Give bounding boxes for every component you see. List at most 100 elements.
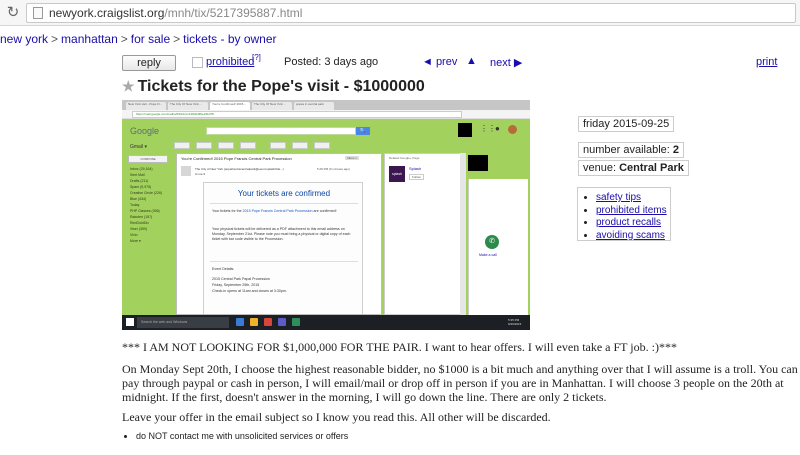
star-icon[interactable]: ★	[122, 78, 135, 94]
splash-logo: splash	[389, 166, 405, 182]
product-recalls-link[interactable]: product recalls	[596, 217, 661, 228]
nav-item: Spam (5,975)	[130, 185, 152, 189]
clock: 5:35 PM 9/20/2015	[508, 318, 522, 326]
url-domain: newyork.craigslist.org	[49, 6, 165, 20]
breadcrumb-separator: >	[120, 32, 128, 46]
archive-icon	[196, 142, 212, 149]
posting-image[interactable]: New York visit - Pope Fr... The City Of …	[122, 100, 530, 330]
page-icon	[33, 7, 43, 19]
posting-body-p1: *** I AM NOT LOOKING FOR $1,000,000 FOR …	[122, 340, 677, 354]
scrollbar	[460, 153, 466, 315]
safety-tips-link[interactable]: safety tips	[596, 192, 641, 203]
event-detail: 2015 Central Park Papal Procession	[212, 277, 270, 281]
delete-icon	[240, 142, 256, 149]
shot-tab-bar: New York visit - Pope Fr... The City Of …	[122, 100, 530, 110]
nav-item: Rakuten (157)	[130, 215, 153, 219]
next-link[interactable]: next ▶	[490, 56, 522, 69]
email-card: Your tickets are confirmed Your tickets …	[203, 182, 363, 314]
number-value: 2	[672, 144, 680, 156]
prohibited-items-link[interactable]: prohibited items	[596, 205, 667, 216]
shot-tab: popes in central park	[294, 102, 334, 110]
url-field[interactable]: newyork.craigslist.org/mnh/tix/521739588…	[26, 3, 796, 23]
nav-item: Inbox (29,164)	[130, 167, 153, 171]
email-time: 5:29 PM (6 minutes ago)	[317, 167, 350, 171]
up-arrow-link[interactable]: ▲	[466, 55, 477, 67]
posting-title-text: Tickets for the Pope's visit - $1000000	[137, 78, 425, 95]
google-logo: Google	[130, 126, 160, 136]
email-from: The City of New York (popefranciscentral…	[195, 167, 284, 171]
shot-tab: New York visit - Pope Fr...	[126, 102, 166, 110]
nav-item: Creative Circle (226)	[130, 191, 163, 195]
event-details-label: Event Details:	[212, 267, 235, 271]
address-bar: ↻ newyork.craigslist.org/mnh/tix/5217395…	[0, 0, 800, 26]
reload-icon[interactable]: ↻	[4, 4, 22, 22]
posting-title: ★ Tickets for the Pope's visit - $1000000	[122, 78, 425, 96]
prohibited-checkbox[interactable]	[192, 57, 203, 68]
nav-item: Sent Mail	[130, 173, 145, 177]
card-title: Your tickets are confirmed	[237, 189, 331, 198]
venue-label: venue:	[583, 162, 620, 174]
email-subject: You're Confirmed! 2015 Pope Francis Cent…	[181, 156, 292, 161]
splash-name: Splash	[409, 166, 422, 171]
breadcrumb-new-york[interactable]: new york	[0, 32, 48, 46]
shot-url-bar: https://mail.google.com/mail/u/0/#inbox/…	[122, 110, 530, 119]
taskbar-app-icon	[292, 318, 300, 326]
event-detail: Check-in opens at 11am and closes at 3:3…	[212, 289, 287, 293]
label-icon	[292, 142, 308, 149]
breadcrumb: new york > manhattan > for sale > tickets - by…	[0, 32, 277, 46]
gmail-search	[206, 127, 356, 135]
nav-item: RedGoldDiv	[130, 221, 149, 225]
nav-item: PHP Classes (396)	[130, 209, 160, 213]
back-icon	[174, 142, 190, 149]
more-icon	[314, 142, 330, 149]
email-paragraph: Your tickets for the 2015 Pope Francis C…	[212, 209, 356, 214]
para-text: are confirmed!	[312, 209, 337, 213]
event-date: friday 2015-09-25	[578, 116, 675, 132]
redaction-block	[468, 155, 488, 171]
folder-icon	[270, 142, 286, 149]
nav-item: More ▾	[130, 239, 141, 243]
reply-button[interactable]: reply	[122, 55, 176, 71]
notices-list: do NOT contact me with unsolicited servi…	[122, 431, 348, 441]
nav-item: Drafts (211)	[130, 179, 149, 183]
avatar	[508, 125, 517, 134]
make-call-link: Make a call	[479, 253, 497, 257]
posting-body-p2: On Monday Sept 20th, I choose the highes…	[122, 362, 798, 404]
windows-taskbar: Search the web and Windows 5:35 PM 9/20/…	[122, 315, 530, 330]
nav-item: Vivin	[130, 233, 138, 237]
chrome-icon	[264, 318, 272, 326]
para-text: Your tickets for the	[212, 209, 243, 213]
gmail-nav: COMPOSE Inbox (29,164) Sent Mail Drafts …	[122, 155, 172, 315]
breadcrumb-for-sale[interactable]: for sale	[131, 32, 170, 46]
safety-links-box: safety tips prohibited items product rec…	[577, 187, 671, 241]
follow-button: Follow	[409, 174, 424, 180]
divider	[210, 203, 358, 204]
breadcrumb-tickets-by-owner[interactable]: tickets - by owner	[183, 32, 276, 46]
search-icon: 🔍	[356, 127, 370, 135]
nav-item: Viser (359)	[130, 227, 148, 231]
number-label: number available:	[583, 144, 673, 156]
print-link[interactable]: print	[756, 56, 777, 68]
shot-url: https://mail.google.com/mail/u/0/#inbox/…	[132, 111, 462, 118]
gmail-label: Gmail ▾	[130, 144, 147, 150]
taskbar-app-icon	[236, 318, 244, 326]
taskbar-app-icon	[278, 318, 286, 326]
divider	[210, 261, 358, 262]
breadcrumb-manhattan[interactable]: manhattan	[61, 32, 118, 46]
hangouts-panel: ✆ Make a call	[468, 179, 528, 315]
folder-icon	[250, 318, 258, 326]
prohibited-help-link[interactable]: [?]	[252, 53, 261, 62]
windows-icon	[126, 318, 134, 326]
prev-link[interactable]: ◄ prev	[422, 56, 457, 68]
notice-item: do NOT contact me with unsolicited servi…	[136, 431, 348, 441]
nav-item: Blue (434)	[130, 197, 147, 201]
shot-tab: You're Confirmed! 2015...	[210, 102, 250, 110]
venue: venue: Central Park	[578, 160, 689, 176]
phone-icon: ✆	[485, 235, 499, 249]
posted-date: Posted: 3 days ago	[284, 56, 379, 68]
sender-avatar	[181, 166, 191, 176]
related-label: Related Google+ Page	[389, 156, 420, 160]
shot-tab: The City Of New York ...	[168, 102, 208, 110]
avoiding-scams-link[interactable]: avoiding scams	[596, 230, 665, 241]
prohibited-link[interactable]: prohibited	[206, 56, 254, 68]
